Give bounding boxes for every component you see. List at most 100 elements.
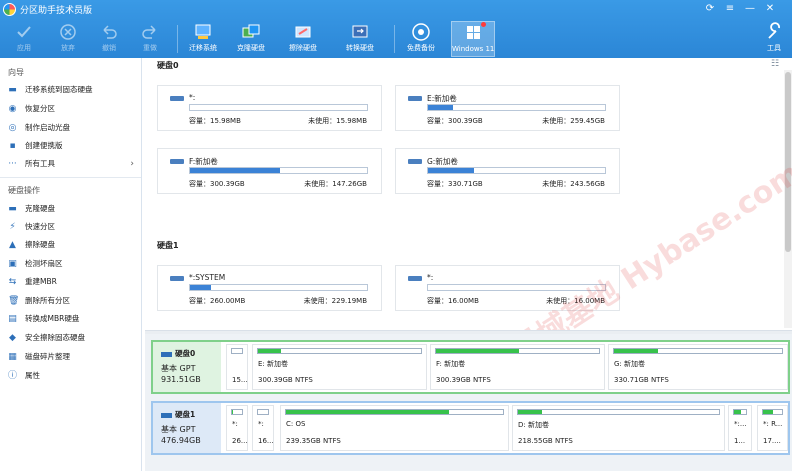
partition-segment[interactable]: F: 新加卷 300.39GB NTFS xyxy=(430,344,605,390)
sidebar-item-migrate-ssd[interactable]: ▬ 迁移系统到固态硬盘 xyxy=(8,82,138,98)
clone-disk-button[interactable]: 克隆硬盘 xyxy=(231,21,271,57)
sidebar-item-all-tools[interactable]: ··· 所有工具 › xyxy=(8,156,138,172)
notification-dot xyxy=(481,22,486,27)
tools-icon xyxy=(763,22,785,42)
app-logo-icon xyxy=(3,3,16,16)
disk-icon xyxy=(161,412,172,418)
quick-partition-icon: ⚡ xyxy=(9,221,16,232)
convert-disk-icon xyxy=(349,22,371,42)
wipe-disk-button[interactable]: 擦除硬盘 xyxy=(283,21,323,57)
wizard-heading: 向导 xyxy=(8,68,24,77)
windows11-icon xyxy=(462,22,486,43)
tools-button[interactable]: 工具 xyxy=(757,21,791,57)
disk-map-row[interactable]: 硬盘0 基本 GPT 931.51GB 15... E: 新加卷 300.39G… xyxy=(151,340,790,394)
partition-segment[interactable]: *: R... 17.... xyxy=(757,405,788,451)
partition-card[interactable]: G:新加卷 容量：330.71GB 未使用：243.56GB xyxy=(395,148,620,194)
discard-button[interactable]: 放弃 xyxy=(48,21,88,57)
recover-icon: ◉ xyxy=(8,103,17,114)
usage-bar xyxy=(189,167,368,174)
partition-segment[interactable]: *: 16... xyxy=(252,405,274,451)
partition-segment[interactable]: *:... 1... xyxy=(728,405,752,451)
disk-icon xyxy=(161,351,172,357)
discard-icon xyxy=(57,22,79,42)
convert-disk-button[interactable]: 转换硬盘 xyxy=(340,21,380,57)
sidebar-item-rebuild-mbr[interactable]: ⇆ 重建MBR xyxy=(8,274,138,290)
redo-button[interactable]: 重做 xyxy=(130,21,170,57)
migrate-os-icon xyxy=(192,22,214,42)
usage-bar xyxy=(427,167,606,174)
partition-segment[interactable]: G: 新加卷 330.71GB NTFS xyxy=(608,344,788,390)
partition-view: ☷ 硬盘0 *: 容量：15.98MB 未使用：15.98MB E:新加卷 容量… xyxy=(145,58,792,440)
defrag-icon: ▦ xyxy=(8,351,17,362)
check-icon xyxy=(13,22,35,42)
windows11-button[interactable]: Windows 11 xyxy=(451,21,495,57)
sidebar-item-defrag[interactable]: ▦ 磁盘碎片整理 xyxy=(8,349,138,365)
partition-card[interactable]: F:新加卷 容量：300.39GB 未使用：147.26GB xyxy=(157,148,382,194)
refresh-icon[interactable]: ⟳ xyxy=(703,2,717,16)
disk-label: 硬盘0 基本 GPT 931.51GB xyxy=(153,342,221,392)
undo-button[interactable]: 撤销 xyxy=(89,21,129,57)
redo-icon xyxy=(139,22,161,42)
sidebar: 向导 ▬ 迁移系统到固态硬盘 ◉ 恢复分区 ◎ 制作启动光盘 ▪ 创建便携版 ··· 所有… xyxy=(0,58,142,471)
sidebar-item-convert-mbr[interactable]: ▤ 转换成MBR硬盘 xyxy=(8,311,138,327)
view-toggle-icon[interactable]: ☷ xyxy=(771,60,780,69)
sidebar-item-quick-partition[interactable]: ⚡ 快速分区 xyxy=(8,219,138,235)
sidebar-item-properties[interactable]: ⓘ 属性 xyxy=(8,368,138,384)
partition-card[interactable]: *:SYSTEM 容量：260.00MB 未使用：229.19MB xyxy=(157,265,382,311)
wipe-icon: ▲ xyxy=(9,239,16,250)
toolbar-divider xyxy=(394,25,395,53)
title-bar: 分区助手技术员版 ⟳ ≡ — ✕ xyxy=(0,0,792,19)
partition-segment[interactable]: E: 新加卷 300.39GB NTFS xyxy=(252,344,427,390)
toolbar: 应用 放弃 撤销 重做 迁移系统 克隆硬盘 擦除硬盘 转换硬盘 免费备份 Win… xyxy=(0,19,792,58)
convert-mbr-icon: ▤ xyxy=(8,313,17,324)
usage-bar xyxy=(189,284,368,291)
drive-icon xyxy=(170,157,184,165)
usage-bar xyxy=(189,104,368,111)
partition-card[interactable]: E:新加卷 容量：300.39GB 未使用：259.45GB xyxy=(395,85,620,131)
usage-bar xyxy=(427,104,606,111)
sidebar-item-recover-partition[interactable]: ◉ 恢复分区 xyxy=(8,101,138,117)
apply-button[interactable]: 应用 xyxy=(4,21,44,57)
free-backup-button[interactable]: 免费备份 xyxy=(401,21,441,57)
title-toolbar-band: 分区助手技术员版 ⟳ ≡ — ✕ 应用 放弃 撤销 重做 迁移系统 克隆硬盘 擦… xyxy=(0,0,792,58)
toolbar-divider xyxy=(177,25,178,53)
minimize-button[interactable]: — xyxy=(743,2,757,16)
disk1-heading: 硬盘1 xyxy=(157,241,179,250)
sidebar-item-clone-disk[interactable]: ▬ 克隆硬盘 xyxy=(8,201,138,217)
partition-segment[interactable]: C: OS 239.35GB NTFS xyxy=(280,405,509,451)
partition-segment[interactable]: *: 26... xyxy=(226,405,248,451)
disk-map: 硬盘0 基本 GPT 931.51GB 15... E: 新加卷 300.39G… xyxy=(145,334,792,471)
close-button[interactable]: ✕ xyxy=(763,2,777,16)
disk0-heading: 硬盘0 xyxy=(157,61,179,70)
migrate-os-button[interactable]: 迁移系统 xyxy=(183,21,223,57)
backup-icon xyxy=(410,22,432,42)
sidebar-item-bad-sector[interactable]: ▣ 检测坏扇区 xyxy=(8,256,138,272)
sidebar-item-bootable-disc[interactable]: ◎ 制作启动光盘 xyxy=(8,120,138,136)
drive-icon xyxy=(408,94,422,102)
drive-icon xyxy=(408,274,422,282)
sidebar-item-wipe-disk[interactable]: ▲ 擦除硬盘 xyxy=(8,237,138,253)
more-icon: ··· xyxy=(8,158,17,169)
secure-erase-icon: ◆ xyxy=(9,332,16,343)
undo-icon xyxy=(98,22,120,42)
partition-segment[interactable]: D: 新加卷 218.55GB NTFS xyxy=(512,405,725,451)
clone-icon: ▬ xyxy=(8,203,17,214)
disk-map-row[interactable]: 硬盘1 基本 GPT 476.94GB *: 26... *: 16... C:… xyxy=(151,401,790,455)
menu-icon[interactable]: ≡ xyxy=(723,2,737,16)
disk-ops-heading: 硬盘操作 xyxy=(8,186,40,195)
drive-icon xyxy=(408,157,422,165)
disk-label: 硬盘1 基本 GPT 476.94GB xyxy=(153,403,221,453)
sidebar-item-secure-erase[interactable]: ◆ 安全擦除固态硬盘 xyxy=(8,330,138,346)
partition-card[interactable]: *: 容量：15.98MB 未使用：15.98MB xyxy=(157,85,382,131)
app-title: 分区助手技术员版 xyxy=(20,6,93,16)
partition-segment[interactable]: 15... xyxy=(226,344,248,390)
info-icon: ⓘ xyxy=(8,370,18,381)
rebuild-mbr-icon: ⇆ xyxy=(8,276,17,287)
wipe-disk-icon xyxy=(292,22,314,42)
sidebar-item-delete-all[interactable]: 🗑 删除所有分区 xyxy=(8,293,138,309)
sidebar-item-portable[interactable]: ▪ 创建便携版 xyxy=(8,138,138,154)
bad-sector-icon: ▣ xyxy=(8,258,17,269)
drive-icon xyxy=(170,94,184,102)
migrate-icon: ▬ xyxy=(8,84,17,95)
sidebar-divider xyxy=(0,177,141,178)
